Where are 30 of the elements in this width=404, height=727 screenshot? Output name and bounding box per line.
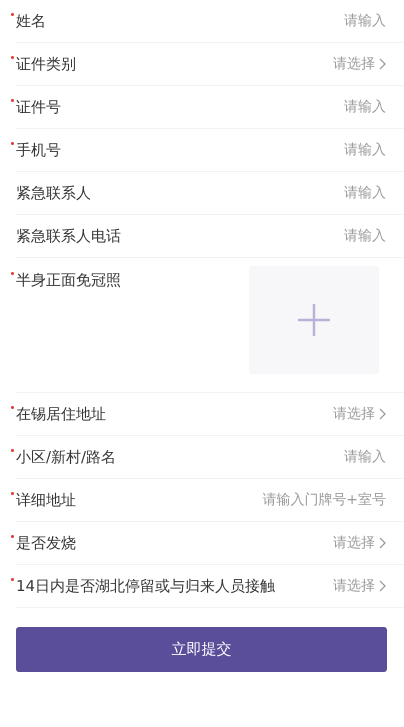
text-field[interactable]: 请输入 [67,96,386,118]
select-field[interactable]: 请选择 [333,532,386,554]
field-label: 紧急联系人电话 [16,226,121,247]
text-field[interactable]: 请输入 [122,446,386,468]
field-label: 小区/新村/路名 [16,446,116,468]
chevron-right-icon [379,580,386,592]
photo-upload-button[interactable] [249,266,379,374]
field-label: 紧急联系人 [16,182,91,204]
field-label: 是否发烧 [16,532,76,554]
field-label: 手机号 [16,140,61,161]
text-field[interactable]: 请输入 [52,10,386,32]
select-field[interactable]: 请选择 [333,576,386,596]
field-label: 14日内是否湖北停留或与归来人员接触 [16,576,276,597]
chevron-right-icon [379,537,386,549]
field-label: 半身正面免冠照 [16,270,121,291]
field-label: 姓名 [16,10,46,32]
field-label: 在锡居住地址 [16,404,106,425]
chevron-right-icon [379,408,386,420]
submit-button[interactable]: 立即提交 [16,627,387,672]
field-label: 证件类别 [16,54,76,75]
text-field[interactable]: 请输入门牌号+室号 [82,490,386,510]
select-field[interactable]: 请选择 [333,54,386,74]
field-label: 详细地址 [16,490,76,511]
plus-icon [296,302,332,338]
chevron-right-icon [379,58,386,70]
text-field[interactable]: 请输入 [97,182,386,204]
text-field[interactable]: 请输入 [127,226,386,246]
text-field[interactable]: 请输入 [67,140,386,160]
field-label: 证件号 [16,96,61,118]
select-field[interactable]: 请选择 [333,404,386,424]
